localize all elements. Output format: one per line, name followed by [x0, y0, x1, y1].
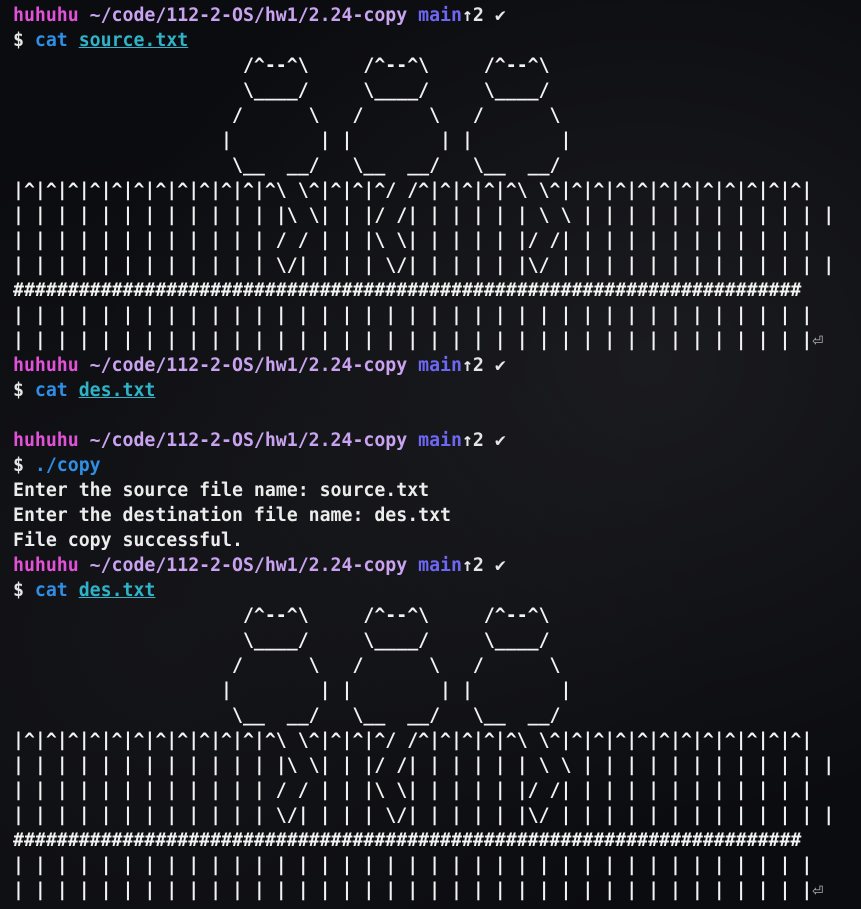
prompt-status-check-icon: ✔ — [494, 430, 506, 451]
prompt-symbol: $ — [13, 580, 24, 601]
prompt-path: ~/code/112-2-OS/hw1/2.24-copy — [89, 355, 408, 376]
ascii-art-line: | | | | | | — [13, 130, 572, 151]
ascii-art-line: | | | | | | | | | | | | \/| | | | \/| | … — [13, 255, 835, 276]
ascii-art-line: | | | | | | | | | | | | |\ \| | |/ /| | … — [13, 205, 835, 226]
ascii-art-line: | | | | | | | | | | | | |\ \| | |/ /| | … — [13, 755, 835, 776]
prompt-line: huhuhu ~/code/112-2-OS/hw1/2.24-copy mai… — [13, 353, 861, 378]
command-line: $ cat des.txt — [13, 578, 861, 603]
prompt-branch: main — [418, 555, 462, 576]
ascii-art-line: | | | | | | | | | | | | / / | | |\ \| | … — [13, 780, 813, 801]
prompt-status-check-icon: ✔ — [494, 555, 506, 576]
ascii-art-line: / \ / \ / \ — [13, 655, 561, 676]
ascii-art-line: | | | | | | — [13, 680, 572, 701]
ascii-art-line: \__ __/ \__ __/ \__ __/ — [13, 705, 561, 726]
command-name: ./copy — [34, 455, 101, 476]
prompt-status-check-icon: ✔ — [494, 5, 506, 26]
ascii-art-line: /^--^\ /^--^\ /^--^\ — [13, 55, 550, 76]
command-argument[interactable]: des.txt — [79, 380, 156, 401]
program-output-line: Enter the destination file name: des.txt — [13, 505, 451, 526]
ascii-art-line: | | | | | | | | | | | | / / | | |\ \| | … — [13, 230, 813, 251]
prompt-ahead: ↑2 — [461, 430, 484, 451]
prompt-user: huhuhu — [13, 355, 79, 376]
prompt-path: ~/code/112-2-OS/hw1/2.24-copy — [89, 555, 408, 576]
ascii-art-line: /^--^\ /^--^\ /^--^\ — [13, 605, 550, 626]
prompt-branch: main — [418, 430, 462, 451]
prompt-branch: main — [418, 5, 462, 26]
ascii-art-output: /^--^\ /^--^\ /^--^\ \____/ \____/ \____… — [13, 53, 861, 353]
ascii-art-line: | | | | | | | | | | | | \/| | | | \/| | … — [13, 805, 835, 826]
program-output-line: File copy successful. — [13, 530, 243, 551]
ascii-art-last-line: | | | | | | | | | | | | | | | | | | | | … — [13, 878, 861, 903]
prompt-branch: main — [418, 355, 462, 376]
ascii-art-last-line: | | | | | | | | | | | | | | | | | | | | … — [13, 328, 861, 353]
ascii-art-line: | | | | | | | | | | | | | | | | | | | | … — [13, 330, 813, 351]
ascii-art-line: | | | | | | | | | | | | | | | | | | | | … — [13, 880, 813, 901]
prompt-symbol: $ — [13, 30, 24, 51]
prompt-line: huhuhu ~/code/112-2-OS/hw1/2.24-copy mai… — [13, 428, 861, 453]
command-line: $ ./copy — [13, 453, 861, 478]
prompt-user: huhuhu — [13, 430, 79, 451]
prompt-ahead: ↑2 — [461, 5, 484, 26]
ascii-art-line: ########################################… — [13, 830, 802, 851]
prompt-symbol: $ — [13, 380, 24, 401]
prompt-ahead: ↑2 — [461, 355, 484, 376]
program-output-line: Enter the source file name: source.txt — [13, 480, 430, 501]
empty-output-line — [13, 403, 861, 428]
terminal-window[interactable]: huhuhu ~/code/112-2-OS/hw1/2.24-copy mai… — [13, 3, 861, 903]
return-icon: ⏎ — [812, 880, 824, 901]
prompt-user: huhuhu — [13, 5, 79, 26]
ascii-art-line: |^|^|^|^|^|^|^|^|^|^|^|^\ \^|^|^|^/ /^|^… — [13, 180, 813, 201]
return-icon: ⏎ — [812, 330, 824, 351]
prompt-status-check-icon: ✔ — [494, 355, 506, 376]
ascii-art-line: ########################################… — [13, 280, 802, 301]
prompt-line: huhuhu ~/code/112-2-OS/hw1/2.24-copy mai… — [13, 3, 861, 28]
ascii-art-line: |^|^|^|^|^|^|^|^|^|^|^|^\ \^|^|^|^/ /^|^… — [13, 730, 813, 751]
ascii-art-line: \____/ \____/ \____/ — [13, 80, 550, 101]
prompt-ahead: ↑2 — [461, 555, 484, 576]
ascii-art-line: \____/ \____/ \____/ — [13, 630, 550, 651]
ascii-art-line: \__ __/ \__ __/ \__ __/ — [13, 155, 561, 176]
command-line: $ cat des.txt — [13, 378, 861, 403]
command-name: cat — [34, 580, 68, 601]
prompt-line: huhuhu ~/code/112-2-OS/hw1/2.24-copy mai… — [13, 553, 861, 578]
prompt-path: ~/code/112-2-OS/hw1/2.24-copy — [89, 430, 408, 451]
command-argument[interactable]: des.txt — [79, 580, 156, 601]
command-name: cat — [34, 380, 68, 401]
prompt-symbol: $ — [13, 455, 24, 476]
ascii-art-line: | | | | | | | | | | | | | | | | | | | | … — [13, 855, 813, 876]
ascii-art-line: | | | | | | | | | | | | | | | | | | | | … — [13, 305, 813, 326]
prompt-path: ~/code/112-2-OS/hw1/2.24-copy — [89, 5, 408, 26]
command-argument[interactable]: source.txt — [79, 30, 189, 51]
ascii-art-line: / \ / \ / \ — [13, 105, 561, 126]
command-line: $ cat source.txt — [13, 28, 861, 53]
command-name: cat — [34, 30, 68, 51]
prompt-user: huhuhu — [13, 555, 79, 576]
ascii-art-output: /^--^\ /^--^\ /^--^\ \____/ \____/ \____… — [13, 603, 861, 903]
